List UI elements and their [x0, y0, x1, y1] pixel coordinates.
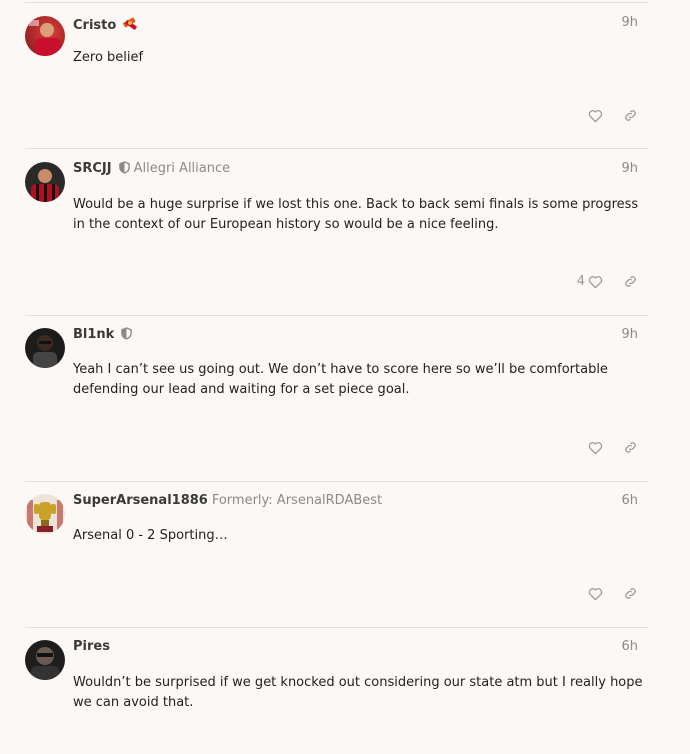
- username-text[interactable]: SuperArsenal1886: [73, 493, 208, 508]
- heart-icon: [588, 109, 603, 123]
- post-time[interactable]: 9h: [621, 327, 638, 342]
- username-text[interactable]: SRCJJ: [73, 161, 112, 176]
- avatar[interactable]: [25, 328, 65, 368]
- username-text[interactable]: Pires: [73, 639, 110, 654]
- post-time[interactable]: 9h: [621, 161, 638, 176]
- like-button[interactable]: 4: [577, 274, 603, 289]
- post-divider: [25, 627, 648, 628]
- post-actions: [588, 440, 638, 455]
- username[interactable]: SRCJJ Allegri Alliance: [73, 161, 230, 176]
- post-body: Zero belief: [73, 50, 144, 65]
- post-time[interactable]: 9h: [621, 15, 638, 30]
- heart-icon: [588, 587, 603, 601]
- post-body: Would be a huge surprise if we lost this…: [73, 197, 639, 232]
- user-title: Formerly: ArsenalRDABest: [211, 493, 383, 508]
- avatar-image: [33, 335, 57, 368]
- link-icon: [625, 110, 636, 121]
- username[interactable]: Bl1nk: [73, 327, 133, 342]
- username-text[interactable]: Cristo: [73, 18, 116, 33]
- shield-icon: [118, 161, 130, 174]
- heart-icon: [588, 441, 603, 455]
- post-body: Wouldn’t be surprised if we get knocked …: [73, 675, 643, 710]
- avatar-image: [31, 169, 59, 202]
- avatar[interactable]: [25, 494, 65, 534]
- like-button[interactable]: [588, 109, 603, 123]
- username-text[interactable]: Bl1nk: [73, 327, 114, 342]
- avatar-image: [31, 647, 59, 680]
- post-divider: [25, 315, 648, 316]
- top-divider: [25, 2, 648, 3]
- share-link-button[interactable]: [623, 586, 638, 601]
- post-time[interactable]: 6h: [621, 493, 638, 508]
- user-title: Allegri Alliance: [133, 161, 231, 176]
- post-body: Yeah I can’t see us going out. We don’t …: [73, 362, 608, 397]
- shield-icon: [121, 327, 133, 340]
- post-time[interactable]: 6h: [621, 639, 638, 654]
- avatar[interactable]: [25, 162, 65, 202]
- link-icon: [625, 588, 636, 599]
- link-icon: [625, 442, 636, 453]
- post-body: Arsenal 0 - 2 Sporting…: [73, 528, 228, 543]
- share-link-button[interactable]: [623, 440, 638, 455]
- avatar[interactable]: [25, 640, 65, 680]
- avatar[interactable]: [25, 16, 65, 56]
- post-divider: [25, 148, 648, 149]
- link-icon: [625, 276, 636, 287]
- username[interactable]: Cristo: [73, 15, 138, 33]
- post-actions: [588, 108, 638, 123]
- post-divider: [25, 481, 648, 482]
- post-actions: 4: [577, 274, 638, 289]
- avatar-image: [29, 20, 61, 56]
- like-count: 4: [576, 274, 585, 289]
- avatar-image: [27, 500, 63, 532]
- ribbon-flair-icon: [122, 15, 138, 31]
- username[interactable]: Pires: [73, 639, 110, 654]
- like-button[interactable]: [588, 441, 603, 455]
- like-button[interactable]: [588, 587, 603, 601]
- heart-icon: [588, 275, 603, 289]
- share-link-button[interactable]: [623, 274, 638, 289]
- post-actions: [588, 586, 638, 601]
- share-link-button[interactable]: [623, 108, 638, 123]
- username[interactable]: SuperArsenal1886 Formerly: ArsenalRDABest: [73, 493, 382, 508]
